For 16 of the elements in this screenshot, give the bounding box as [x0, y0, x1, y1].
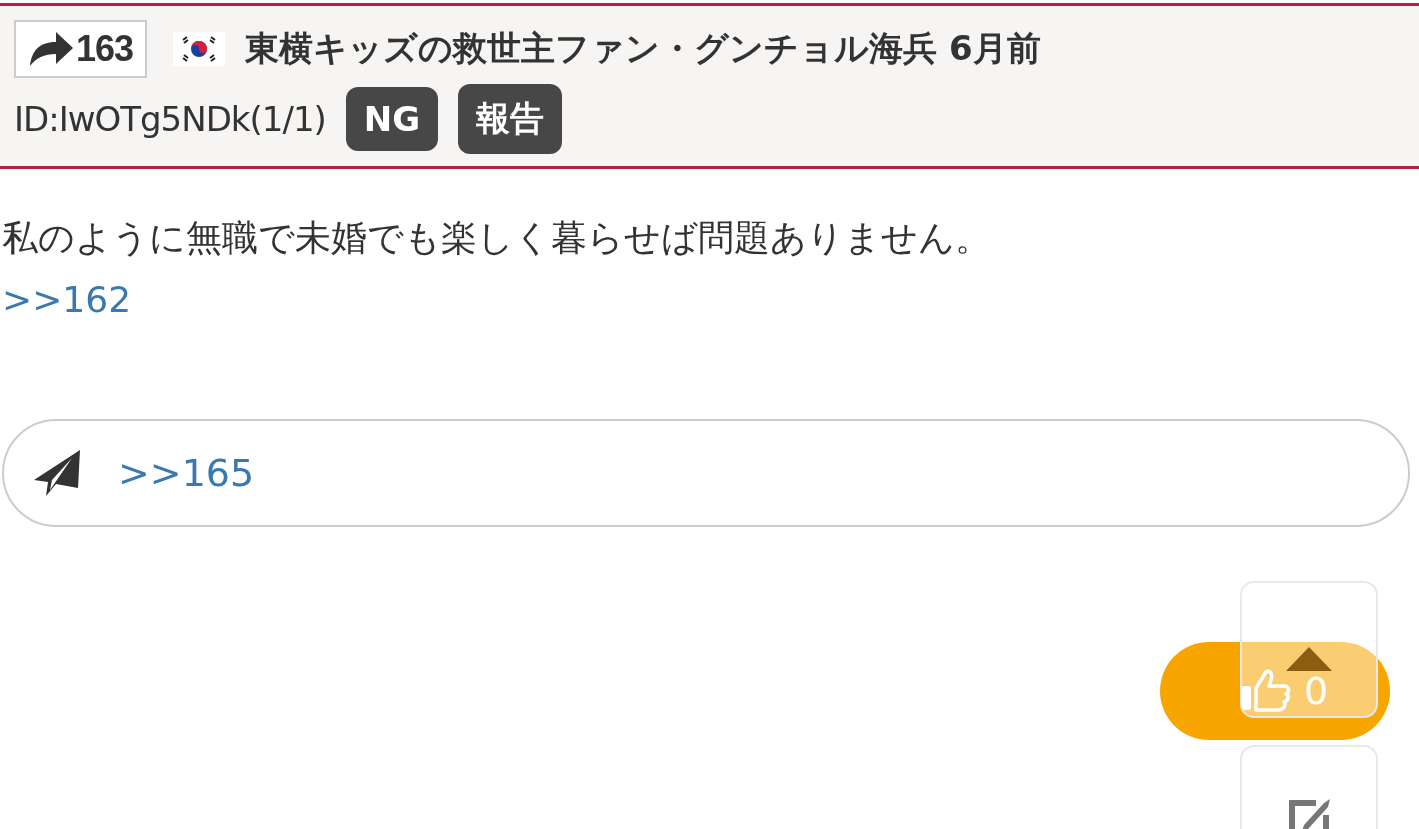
report-button[interactable]: 報告: [458, 84, 563, 154]
user-id: ID:IwOTg5NDk(1/1): [14, 99, 326, 139]
post-text: 私のように無職で未婚でも楽しく暮らせば問題ありません。: [2, 216, 992, 260]
share-arrow-icon: [28, 30, 74, 68]
reply-link[interactable]: >>162: [2, 279, 132, 320]
up-triangle-icon: [1286, 647, 1332, 671]
ng-button[interactable]: NG: [345, 87, 439, 151]
post-time: 6月前: [949, 27, 1041, 70]
flag-icon: [173, 32, 226, 66]
author-name: 東横キッズの救世主ファン・グンチョル海兵: [245, 27, 938, 70]
reply-field[interactable]: >>165: [2, 419, 1410, 527]
scroll-top-button[interactable]: [1240, 581, 1378, 718]
reply-anchor: >>165: [118, 450, 255, 497]
edit-button[interactable]: [1240, 745, 1378, 829]
send-icon: [32, 448, 82, 498]
reply-count-button[interactable]: 163: [14, 20, 148, 78]
